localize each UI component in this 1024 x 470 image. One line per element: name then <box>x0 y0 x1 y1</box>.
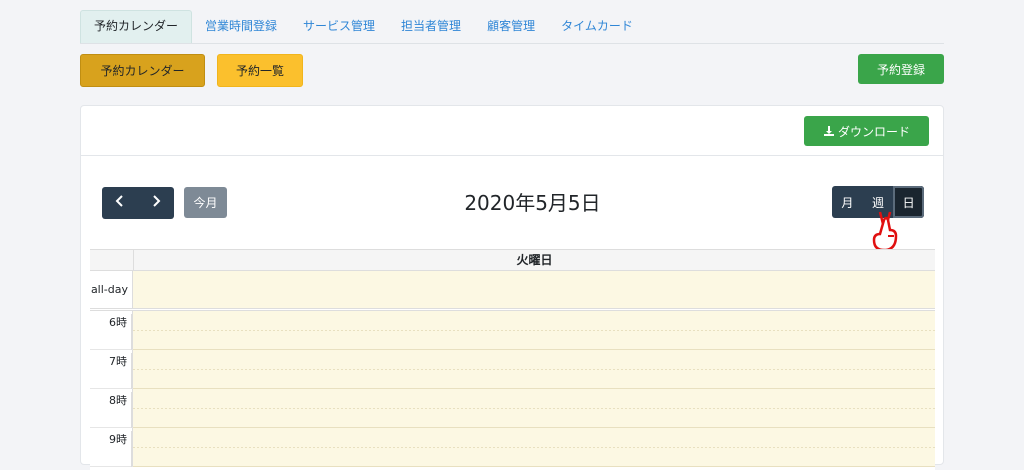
tab-staff-management[interactable]: 担当者管理 <box>388 10 474 42</box>
hour-label: 6時 <box>89 314 132 350</box>
next-button[interactable] <box>138 187 174 219</box>
reservation-calendar-button[interactable]: 予約カレンダー <box>80 54 205 87</box>
chevron-left-icon <box>115 195 125 211</box>
today-button[interactable]: 今月 <box>184 187 227 218</box>
download-button[interactable]: ダウンロード <box>804 116 929 146</box>
reservation-list-button[interactable]: 予約一覧 <box>217 54 303 87</box>
card-header: ダウンロード <box>81 106 943 156</box>
tab-reservation-calendar[interactable]: 予約カレンダー <box>80 10 193 43</box>
day-name: 火曜日 <box>516 253 553 267</box>
prev-button[interactable] <box>102 187 138 219</box>
hour-label: 7時 <box>89 353 132 389</box>
hour-axis-row: 9時 <box>90 428 133 467</box>
calendar: 今月 2020年5月5日 月 週 日 火曜日 all-day 6時 7時 8時 … <box>90 170 935 470</box>
main-tabs: 予約カレンダー 営業時間登録 サービス管理 担当者管理 顧客管理 タイムカード <box>80 10 944 44</box>
calendar-title: 2020年5月5日 <box>464 191 601 215</box>
time-slot-cell[interactable] <box>133 311 935 350</box>
time-slot-cell[interactable] <box>133 389 935 428</box>
hour-label: 9時 <box>89 431 132 467</box>
day-header-row: 火曜日 <box>90 249 935 271</box>
hour-axis-row: 8時 <box>90 389 133 428</box>
download-icon <box>823 125 835 137</box>
time-slot-cell[interactable] <box>133 428 935 467</box>
hour-axis-row: 7時 <box>90 350 133 389</box>
time-slot-cell[interactable] <box>133 350 935 389</box>
hour-label: 8時 <box>89 392 132 428</box>
calendar-nav <box>102 187 174 219</box>
view-month-button[interactable]: 月 <box>832 186 863 218</box>
chevron-right-icon <box>151 195 161 211</box>
tab-timecard[interactable]: タイムカード <box>548 10 646 42</box>
day-grid: 火曜日 all-day 6時 7時 8時 9時 <box>90 249 935 467</box>
tab-customer-management[interactable]: 顧客管理 <box>474 10 548 42</box>
download-label: ダウンロード <box>837 124 910 139</box>
allday-row: all-day <box>90 271 935 311</box>
tab-business-hours[interactable]: 営業時間登録 <box>192 10 290 42</box>
hour-axis-row: 6時 <box>90 311 133 350</box>
time-slots: 6時 7時 8時 9時 <box>90 311 935 467</box>
axis-corner <box>90 250 134 270</box>
day-column <box>133 311 935 467</box>
time-axis: 6時 7時 8時 9時 <box>90 311 133 467</box>
tab-service-management[interactable]: サービス管理 <box>290 10 388 42</box>
register-reservation-button[interactable]: 予約登録 <box>858 54 944 84</box>
allday-cell[interactable] <box>133 271 935 308</box>
allday-label: all-day <box>90 271 133 308</box>
